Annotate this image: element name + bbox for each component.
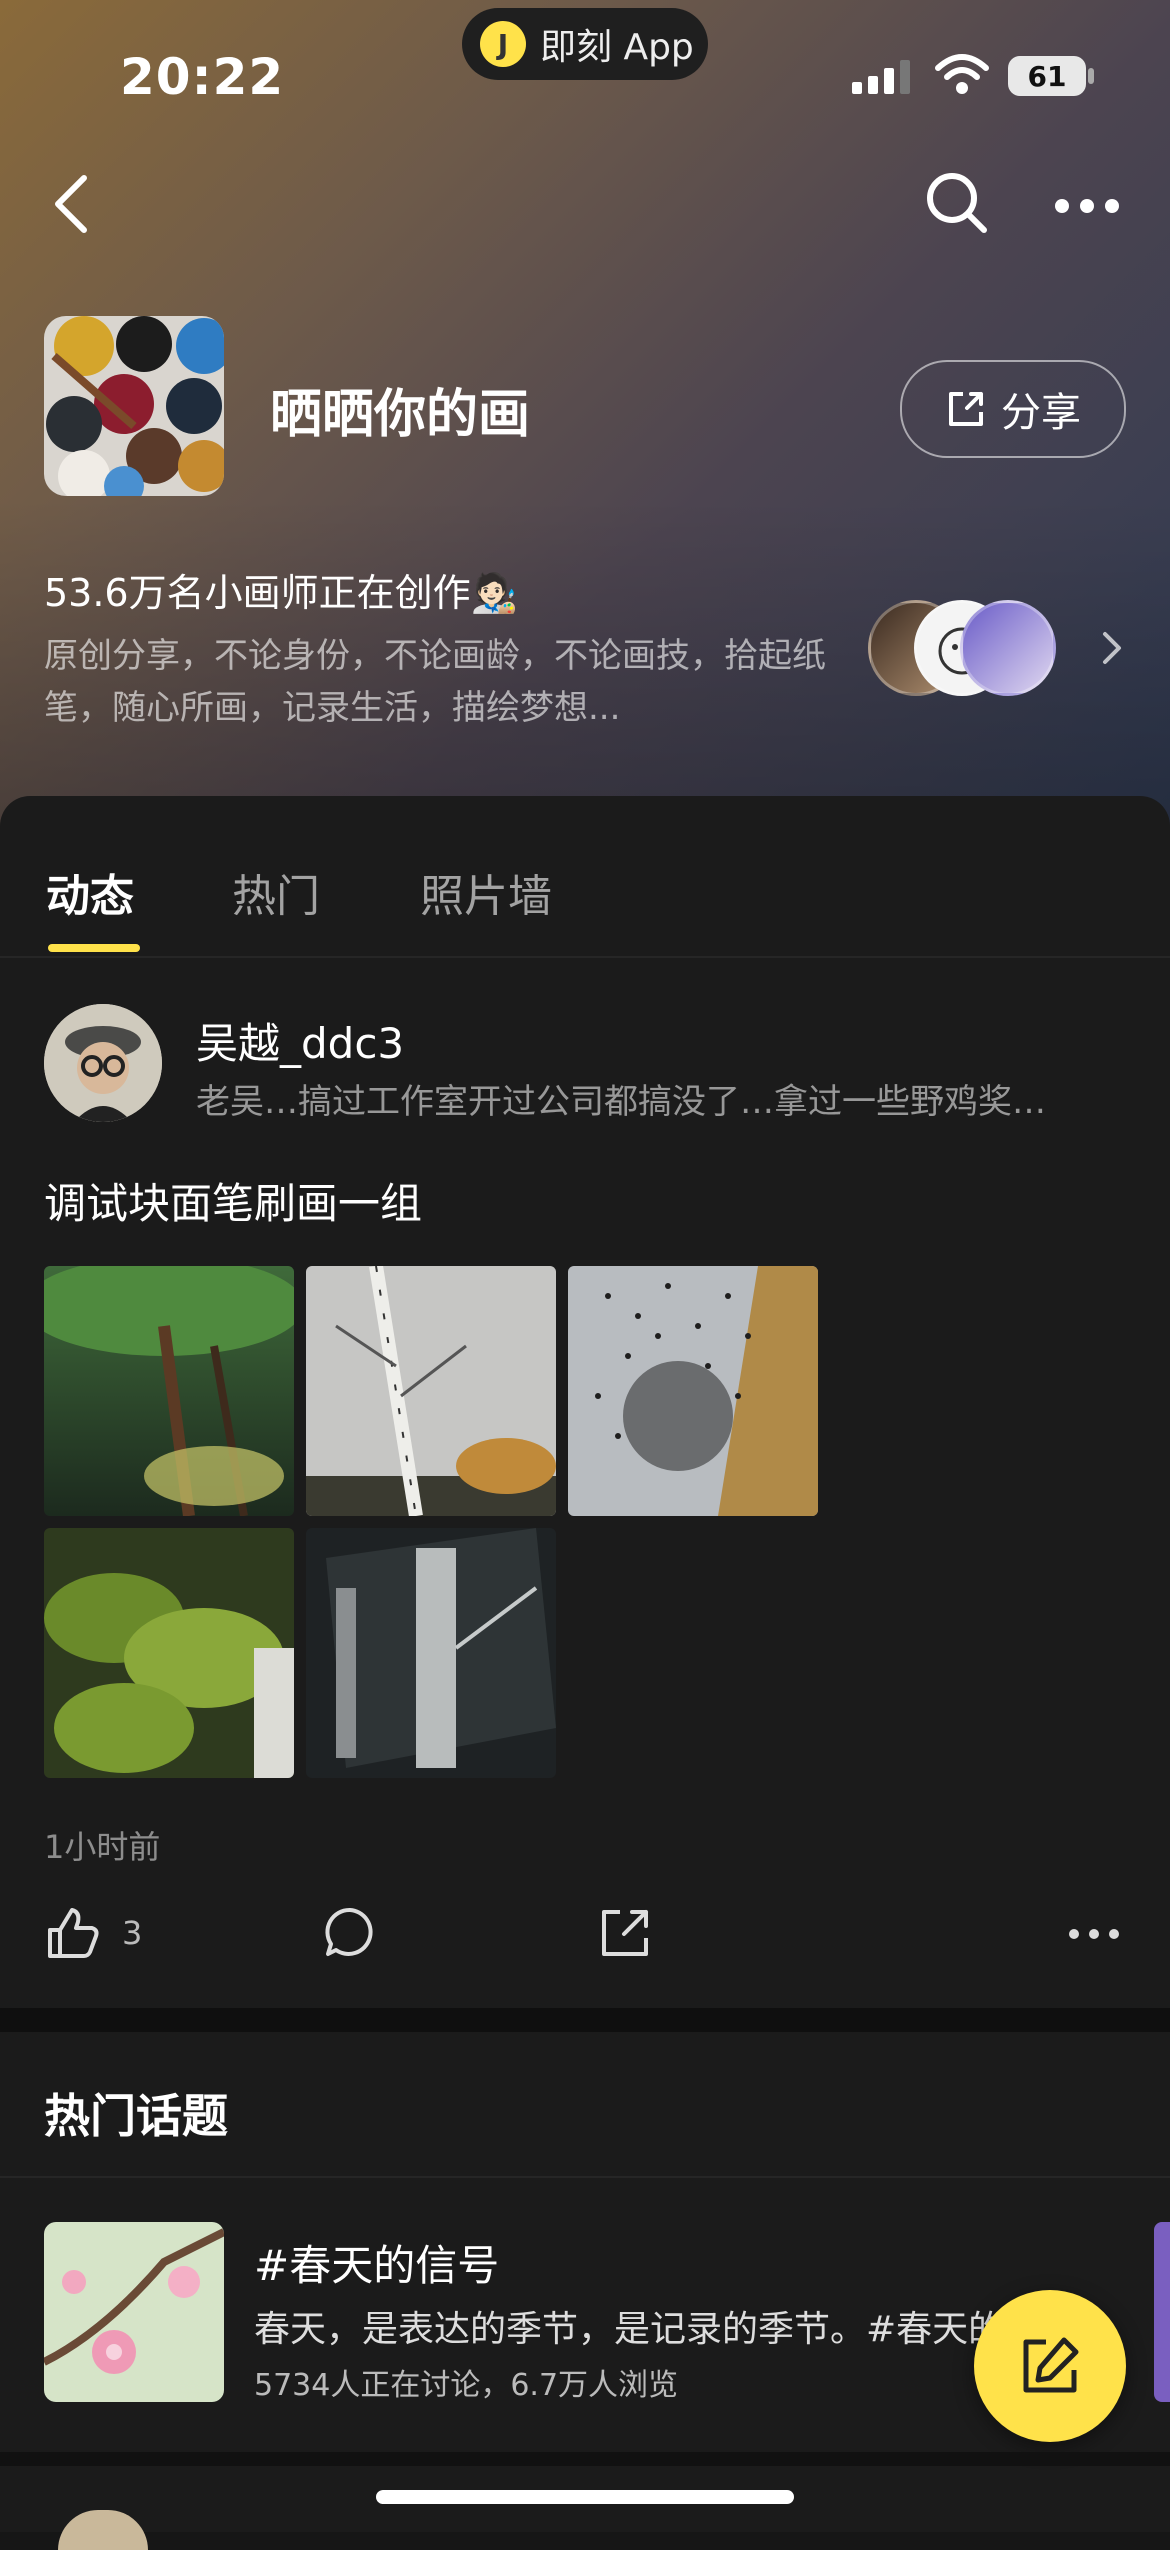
wifi-icon [935,54,989,94]
bottom-separator [0,2452,1170,2466]
hot-topic-stats: 5734人正在讨论，6.7万人浏览 [254,2368,679,2403]
like-count: 3 [122,1914,143,1952]
signal-icon [852,60,910,94]
tab-indicator [48,944,140,952]
hot-topic-description: 春天，是表达的季节，是记录的季节。#春天的信号 [254,2309,1044,2350]
post-text: 调试块面笔刷画一组 [44,1179,423,1228]
search-icon[interactable] [924,170,990,236]
like-button[interactable]: 3 [44,1904,142,1962]
hot-topics-title: 热门话题 [44,2089,228,2143]
share-icon [949,392,983,426]
post-image-1[interactable] [44,1266,294,1516]
topic-cover-image [44,316,224,496]
tabs-divider [0,956,1170,958]
comment-icon[interactable] [322,1904,378,1960]
compose-button[interactable] [974,2290,1126,2442]
post-image-4[interactable] [44,1528,294,1778]
topic-title: 晒晒你的画 [270,385,531,445]
post-time: 1小时前 [44,1828,161,1866]
app-pill[interactable]: J 即刻 App [462,8,708,80]
author-bio: 老吴…搞过工作室开过公司都搞没了…拿过一些野鸡奖… [196,1082,1046,1122]
topic-description: 原创分享，不论身份，不论画龄，不论画技，拾起纸笔，随心所画，记录生活，描绘梦想.… [44,636,826,728]
section-gap [0,2008,1170,2032]
post-image-5[interactable] [306,1528,556,1778]
share-button-label: 分享 [1001,390,1081,436]
post-image-3[interactable] [568,1266,818,1516]
member-avatars[interactable] [868,600,1058,696]
battery-indicator: 61 [1008,56,1086,96]
hot-topic-name[interactable]: #春天的信号 [254,2232,499,2293]
like-icon [48,1908,99,1958]
author-name[interactable]: 吴越_ddc3 [196,1010,404,1071]
status-time: 20:22 [120,48,285,106]
tab-dongtai[interactable]: 动态 [46,860,134,924]
next-topic-peek[interactable] [1154,2222,1170,2402]
home-indicator[interactable] [376,2490,794,2504]
battery-tip [1088,68,1094,84]
post-image-2[interactable] [306,1266,556,1516]
hot-topic-image[interactable] [44,2222,224,2402]
more-icon[interactable] [1068,1928,1120,1940]
chevron-right-icon[interactable] [1100,630,1124,666]
share-icon[interactable] [598,1906,652,1960]
member-count: 53.6万名小画师正在创作🧑🏻‍🎨 [44,571,518,615]
tab-hot[interactable]: 热门 [232,860,320,924]
share-button[interactable]: 分享 [900,360,1126,458]
jike-logo-icon: J [480,21,526,67]
author-avatar[interactable] [44,1004,162,1122]
app-pill-label: 即刻 App [540,27,694,68]
tab-photo-wall[interactable]: 照片墙 [420,860,552,924]
hot-topics-divider [0,2176,1170,2178]
edit-icon [1023,2337,1079,2393]
back-icon[interactable] [50,172,94,236]
more-icon[interactable] [1054,198,1120,214]
avatar [960,600,1056,696]
